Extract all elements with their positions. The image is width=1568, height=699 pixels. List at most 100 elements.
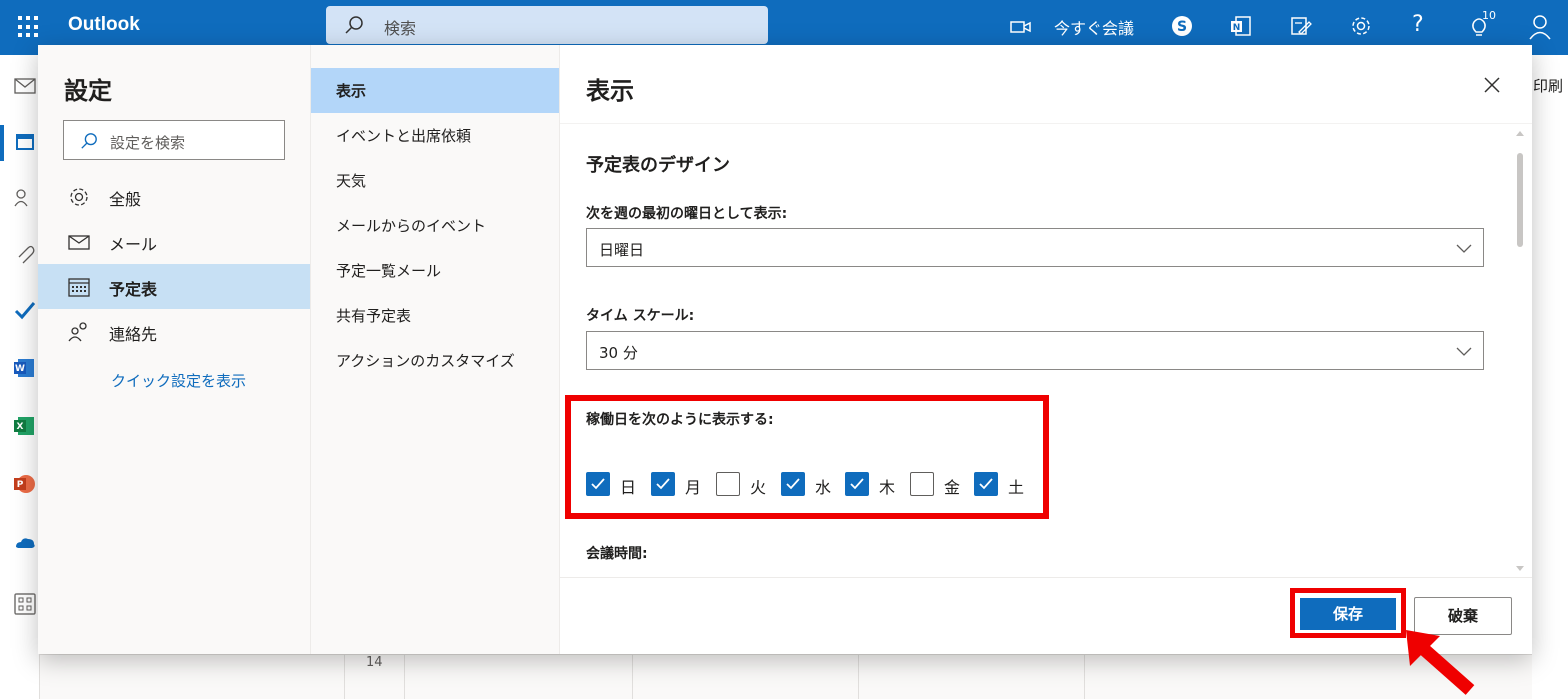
pane-scrollbar[interactable] bbox=[1514, 131, 1526, 571]
divider bbox=[560, 123, 1532, 124]
help-icon[interactable]: ? bbox=[1412, 12, 1424, 42]
pane-title: 表示 bbox=[586, 77, 634, 105]
grid-line bbox=[632, 655, 633, 699]
chevron-down-icon bbox=[1456, 347, 1472, 356]
people-icon[interactable] bbox=[14, 187, 36, 209]
settings-title: 設定 bbox=[64, 77, 112, 105]
app-brand[interactable]: Outlook bbox=[68, 14, 140, 36]
settings-subcategories: 表示 イベントと出席依頼 天気 メールからのイベント 予定一覧メール 共有予定表… bbox=[310, 45, 560, 654]
quick-settings-link[interactable]: クイック設定を表示 bbox=[111, 370, 246, 391]
checkbox[interactable] bbox=[781, 472, 805, 496]
subcategory-label: 共有予定表 bbox=[336, 307, 412, 325]
powerpoint-icon[interactable]: P bbox=[14, 473, 36, 495]
first-day-select[interactable]: 日曜日 bbox=[586, 228, 1484, 267]
checkbox[interactable] bbox=[586, 472, 610, 496]
category-mail[interactable]: メール bbox=[38, 219, 310, 264]
day-label: 木 bbox=[879, 478, 896, 497]
word-icon[interactable]: W bbox=[14, 357, 36, 379]
search-icon bbox=[345, 16, 363, 34]
gear-icon bbox=[70, 188, 88, 206]
checkbox[interactable] bbox=[651, 472, 675, 496]
subcategory-label: 天気 bbox=[336, 172, 367, 190]
scroll-down-icon[interactable] bbox=[1516, 566, 1524, 571]
day-label: 水 bbox=[815, 478, 832, 497]
rail-active-indicator bbox=[0, 125, 4, 161]
checkbox[interactable] bbox=[974, 472, 998, 496]
more-apps-icon[interactable] bbox=[14, 593, 36, 615]
scroll-thumb[interactable] bbox=[1517, 153, 1523, 247]
save-button[interactable]: 保存 bbox=[1300, 598, 1396, 630]
svg-text:N: N bbox=[1233, 23, 1241, 33]
checkbox[interactable] bbox=[716, 472, 740, 496]
excel-icon[interactable]: X bbox=[14, 415, 36, 437]
day-label: 金 bbox=[944, 478, 961, 497]
tips-lightbulb-icon[interactable]: 10 bbox=[1468, 9, 1496, 39]
attachment-icon[interactable] bbox=[14, 243, 36, 265]
onedrive-icon[interactable] bbox=[14, 531, 36, 553]
first-day-value: 日曜日 bbox=[599, 241, 645, 259]
subcategory-label: アクションのカスタマイズ bbox=[336, 352, 515, 370]
subcategory-display[interactable]: 表示 bbox=[311, 68, 559, 113]
chevron-down-icon bbox=[1456, 244, 1472, 253]
subcategory-label: メールからのイベント bbox=[336, 217, 487, 235]
day-label: 土 bbox=[1008, 478, 1025, 497]
grid-line bbox=[1084, 655, 1085, 699]
meet-now-button[interactable]: 今すぐ会議 bbox=[1054, 15, 1134, 45]
settings-categories: 設定 設定を検索 全般 メール 予定表 連絡先 クイック設定を表示 bbox=[38, 45, 310, 654]
calendar-icon[interactable] bbox=[14, 131, 36, 153]
global-search-box[interactable]: 検索 bbox=[326, 6, 768, 44]
day-label: 日 bbox=[620, 478, 637, 497]
meeting-time-label: 会議時間: bbox=[586, 546, 648, 562]
category-label: 連絡先 bbox=[109, 325, 158, 344]
svg-text:S: S bbox=[1177, 19, 1187, 35]
background-toolbar bbox=[1532, 55, 1568, 699]
todo-check-icon[interactable] bbox=[14, 299, 36, 321]
category-contacts[interactable]: 連絡先 bbox=[38, 309, 310, 354]
category-label: 予定表 bbox=[109, 280, 158, 299]
video-camera-icon[interactable] bbox=[1010, 19, 1032, 35]
checkbox[interactable] bbox=[845, 472, 869, 496]
close-icon[interactable] bbox=[1480, 73, 1504, 97]
onenote-icon[interactable]: N bbox=[1230, 15, 1252, 37]
day-label: 月 bbox=[685, 478, 702, 497]
grid-line bbox=[404, 655, 405, 699]
subcategory-weather[interactable]: 天気 bbox=[311, 158, 559, 203]
account-avatar-icon[interactable] bbox=[1528, 14, 1552, 40]
subcategory-events-invitations[interactable]: イベントと出席依頼 bbox=[311, 113, 559, 158]
subcategory-label: 予定一覧メール bbox=[336, 262, 442, 280]
subcategory-agenda-mail[interactable]: 予定一覧メール bbox=[311, 248, 559, 293]
subcategory-shared-calendars[interactable]: 共有予定表 bbox=[311, 293, 559, 338]
skype-icon[interactable]: S bbox=[1171, 15, 1193, 37]
category-general[interactable]: 全般 bbox=[38, 174, 310, 219]
grid-line bbox=[344, 655, 345, 699]
checkbox[interactable] bbox=[910, 472, 934, 496]
settings-dialog: 設定 設定を検索 全般 メール 予定表 連絡先 クイック設定を表示 表示 イベン… bbox=[38, 45, 1532, 654]
mail-icon[interactable] bbox=[14, 75, 36, 97]
search-icon bbox=[81, 133, 97, 149]
todo-edit-icon[interactable] bbox=[1290, 15, 1312, 37]
app-launcher-icon[interactable] bbox=[18, 16, 40, 38]
time-scale-value: 30 分 bbox=[599, 344, 638, 362]
time-scale-select[interactable]: 30 分 bbox=[586, 331, 1484, 370]
global-search-placeholder: 検索 bbox=[384, 19, 417, 38]
subcategory-customize-actions[interactable]: アクションのカスタマイズ bbox=[311, 338, 559, 383]
print-button[interactable]: 印刷 bbox=[1533, 75, 1563, 96]
settings-pane: 表示 予定表のデザイン 次を週の最初の曜日として表示: 日曜日 タイム スケール… bbox=[560, 45, 1532, 654]
mail-icon bbox=[68, 235, 90, 250]
people-icon bbox=[68, 322, 87, 342]
scroll-up-icon[interactable] bbox=[1516, 131, 1524, 136]
time-scale-label: タイム スケール: bbox=[586, 308, 695, 324]
settings-search-input[interactable]: 設定を検索 bbox=[63, 120, 285, 160]
work-days-label: 稼働日を次のように表示する: bbox=[586, 412, 774, 428]
gear-icon[interactable] bbox=[1350, 15, 1372, 37]
annotation-arrow-icon bbox=[1406, 630, 1475, 695]
category-calendar[interactable]: 予定表 bbox=[38, 264, 310, 309]
grid-line bbox=[858, 655, 859, 699]
category-label: 全般 bbox=[109, 190, 142, 209]
first-day-label: 次を週の最初の曜日として表示: bbox=[586, 206, 788, 222]
divider bbox=[560, 577, 1532, 578]
day-label: 火 bbox=[750, 478, 767, 497]
settings-search-placeholder: 設定を検索 bbox=[110, 134, 186, 152]
subcategory-label: イベントと出席依頼 bbox=[336, 127, 472, 145]
subcategory-events-from-email[interactable]: メールからのイベント bbox=[311, 203, 559, 248]
